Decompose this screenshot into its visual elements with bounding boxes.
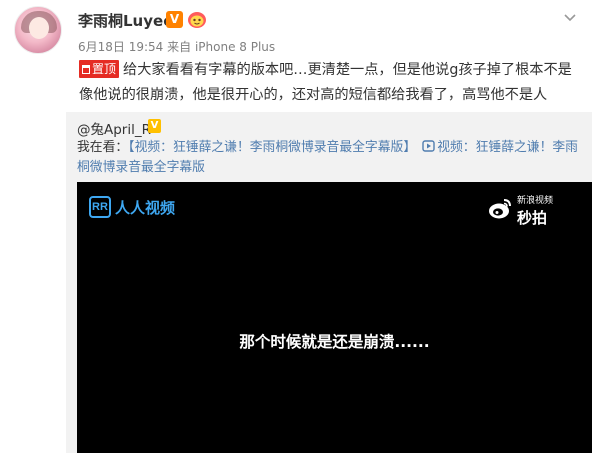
rr-logo-mark: RR — [89, 196, 111, 218]
watermark-bottom: 秒拍 — [517, 209, 548, 227]
repost-user[interactable]: @兔April_R — [77, 118, 151, 138]
video-player[interactable]: RR 人人视频 新浪视频 秒拍 那个时候就是还是崩溃...... — [77, 182, 592, 453]
post-source: 来自 iPhone 8 Plus — [167, 40, 276, 54]
rr-logo-name: 人人视频 — [115, 198, 176, 217]
repost-prefix: 我在看： — [77, 140, 129, 155]
vip-icon: V — [166, 11, 183, 28]
author-name[interactable]: 李雨桐Luyee — [78, 10, 173, 31]
repost-text: 我在看：【视频：狂锤薛之谦！李雨桐微博录音最全字幕版】 视频：狂锤薛之谦！李雨桐… — [77, 138, 582, 178]
avatar[interactable] — [14, 6, 62, 54]
miaopai-watermark: 新浪视频 秒拍 — [487, 190, 579, 230]
post-date[interactable]: 6月18日 19:54 — [78, 40, 163, 54]
weibo-logo-icon — [489, 199, 511, 219]
fan-badge-icon — [188, 12, 206, 28]
rr-video-logo: RR 人人视频 — [89, 196, 175, 218]
post-meta: 6月18日 19:54 来自 iPhone 8 Plus — [78, 38, 275, 55]
link-icon — [422, 140, 435, 152]
post-text: 给大家看看有字幕的版本吧…更清楚一点，但是他说g孩子掉了根本不是像他说的很崩溃，… — [79, 62, 572, 103]
vip-icon: V — [148, 119, 161, 133]
repost-link[interactable]: 【视频：狂锤薛之谦！李雨桐微博录音最全字幕版】 — [128, 140, 416, 155]
avatar-face — [29, 17, 49, 39]
chevron-down-icon[interactable] — [562, 10, 578, 26]
watermark-top: 新浪视频 — [517, 196, 554, 206]
repost-card[interactable]: @兔April_R V 我在看：【视频：狂锤薛之谦！李雨桐微博录音最全字幕版】 … — [66, 112, 592, 453]
video-subtitle: 那个时候就是还是崩溃...... — [239, 333, 430, 351]
